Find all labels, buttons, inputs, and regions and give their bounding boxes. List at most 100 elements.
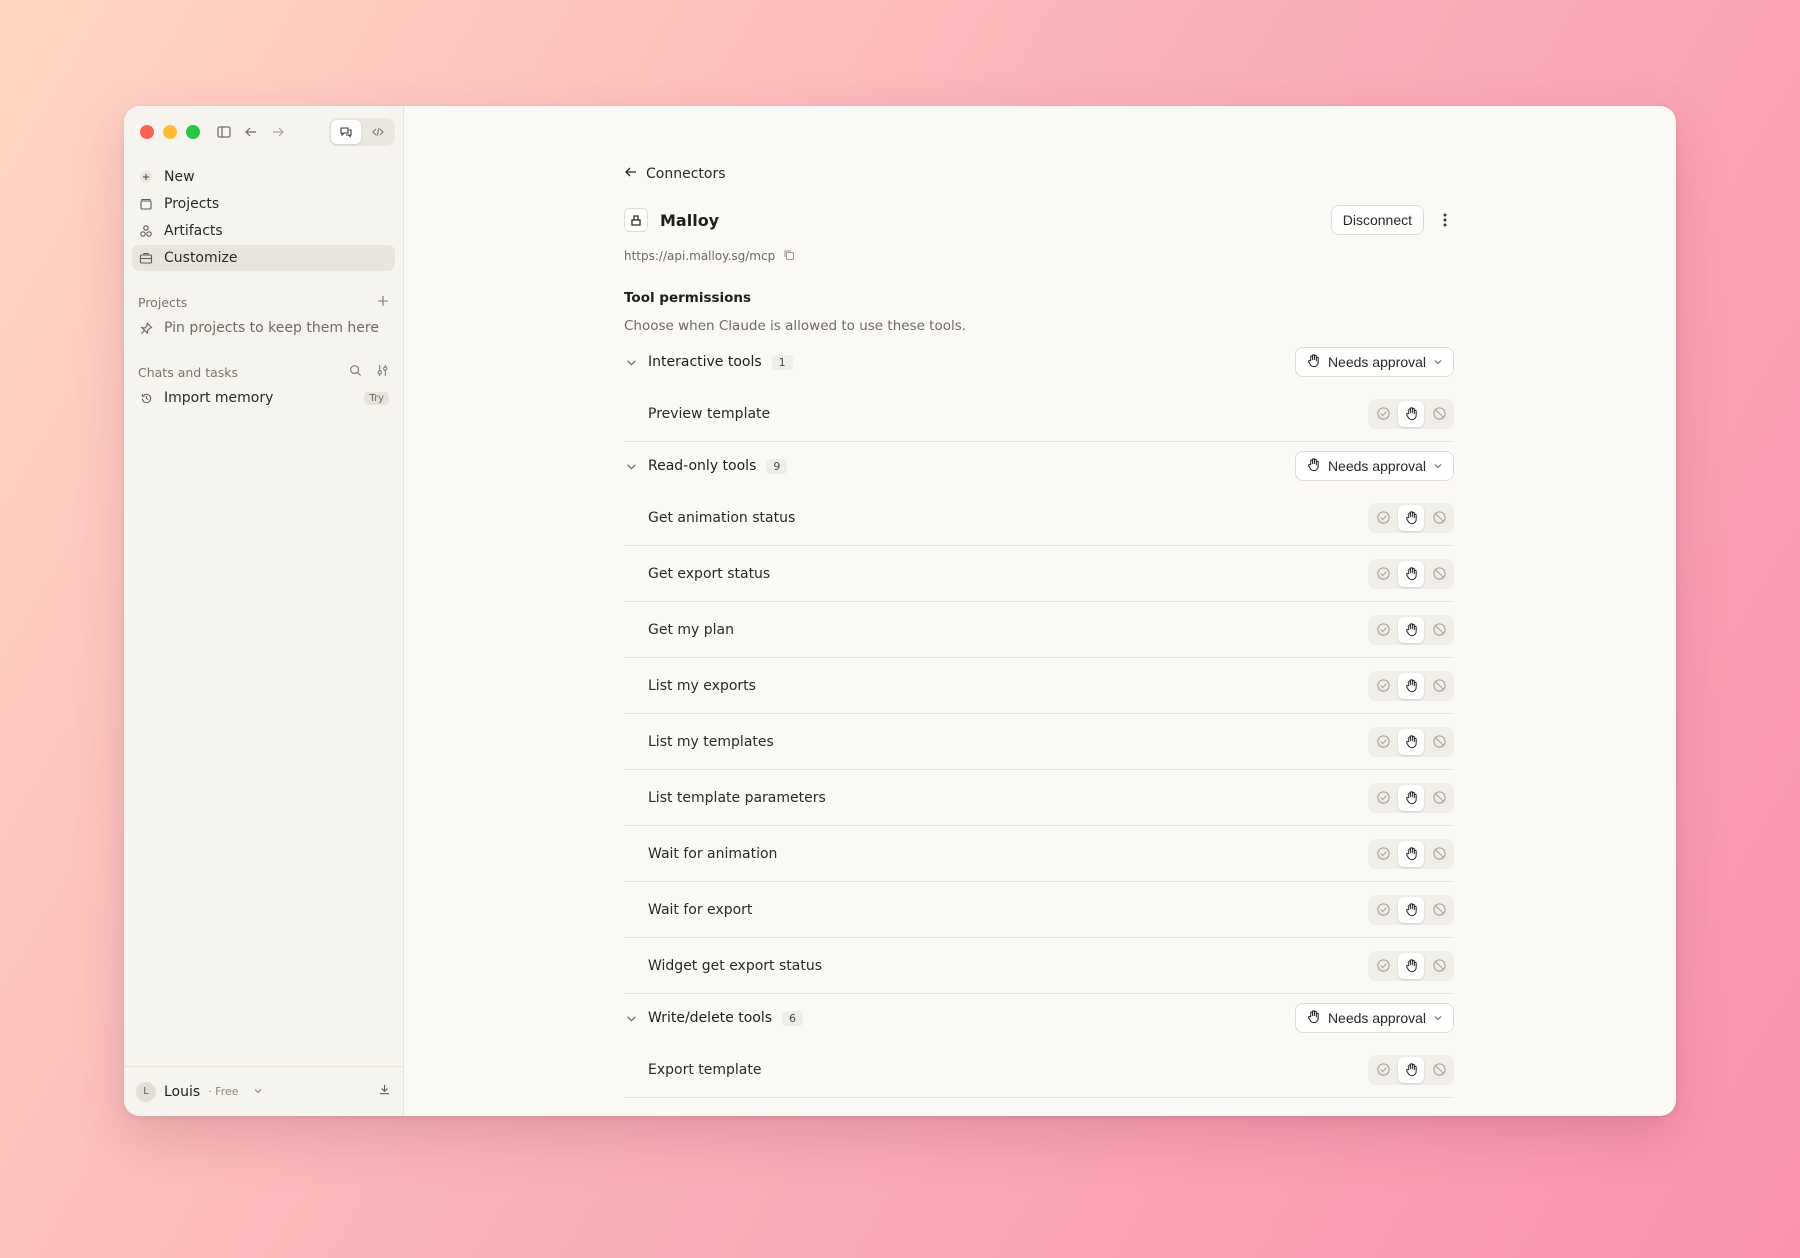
disconnect-button[interactable]: Disconnect [1330,205,1424,235]
always-allow-icon[interactable] [1370,785,1396,811]
sidebar-nav: New Projects Artifacts Customize [124,158,403,271]
back-arrow-icon[interactable] [242,123,260,141]
always-allow-icon[interactable] [1370,1057,1396,1083]
always-allow-icon[interactable] [1370,729,1396,755]
block-icon[interactable] [1426,953,1452,979]
malloy-logo-icon [624,208,648,232]
avatar[interactable]: L [136,1081,156,1102]
permission-selector [1368,894,1454,925]
permission-selector [1368,1054,1454,1085]
zoom-window-button[interactable] [186,125,200,139]
always-allow-icon[interactable] [1370,953,1396,979]
needs-approval-icon[interactable] [1398,952,1424,979]
plus-icon [138,169,154,185]
chevron-down-icon [1433,1010,1443,1026]
tool-name: Get export status [648,565,771,582]
code-mode-icon[interactable] [363,120,393,144]
block-icon[interactable] [1426,561,1452,587]
sidebar-toggle-icon[interactable] [215,123,233,141]
chevron-down-icon[interactable] [624,461,638,472]
permission-selector [1368,670,1454,701]
needs-approval-icon[interactable] [1398,672,1424,699]
block-icon[interactable] [1426,785,1452,811]
block-icon[interactable] [1426,729,1452,755]
tool-name: Get animation status [648,509,796,526]
needs-approval-icon[interactable] [1398,400,1424,427]
chats-section-header: Chats and tasks [124,361,403,383]
always-allow-icon[interactable] [1370,897,1396,923]
page-title: Malloy [660,210,720,230]
tool-group-label: Read-only tools [648,458,757,474]
sidebar-item-import-memory[interactable]: Import memory Try [124,385,403,411]
permission-selector [1368,838,1454,869]
block-icon[interactable] [1426,897,1452,923]
forward-arrow-icon[interactable] [269,123,287,141]
needs-approval-icon[interactable] [1398,840,1424,867]
permission-selector [1368,398,1454,429]
always-allow-icon[interactable] [1370,841,1396,867]
filter-icon[interactable] [376,364,389,380]
tool-name: Wait for animation [648,845,778,862]
group-permission-dropdown[interactable]: Needs approval [1294,1003,1454,1033]
tool-name: Get my plan [648,621,735,638]
main-panel: Connectors Malloy Disconnect https://api… [404,106,1676,1116]
block-icon[interactable] [1426,505,1452,531]
copy-icon[interactable] [783,249,795,264]
tool-group-header[interactable]: Read-only tools 9 Needs approval [624,442,1454,490]
section-description: Choose when Claude is allowed to use the… [624,318,967,334]
block-icon[interactable] [1426,673,1452,699]
needs-approval-icon[interactable] [1398,728,1424,755]
tool-group-header[interactable]: Interactive tools 1 Needs approval [624,338,1454,386]
download-icon[interactable] [378,1083,391,1100]
sidebar-item-artifacts[interactable]: Artifacts [132,218,395,244]
section-title: Tool permissions [624,290,752,306]
artifacts-icon [138,223,154,239]
back-to-connectors-link[interactable]: Connectors [624,162,1454,186]
section-heading: Projects [138,294,188,310]
always-allow-icon[interactable] [1370,401,1396,427]
sidebar: New Projects Artifacts Customize Project… [124,106,404,1116]
block-icon[interactable] [1426,617,1452,643]
account-footer: L Louis · Free [124,1066,403,1116]
arrow-left-icon [624,165,638,183]
block-icon[interactable] [1426,1057,1452,1083]
chat-mode-icon[interactable] [331,120,361,144]
always-allow-icon[interactable] [1370,561,1396,587]
more-options-icon[interactable] [1430,205,1460,235]
minimize-window-button[interactable] [163,125,177,139]
tool-group-label: Interactive tools [648,354,762,370]
needs-approval-icon[interactable] [1398,784,1424,811]
chevron-down-icon[interactable] [253,1084,263,1100]
chevron-down-icon[interactable] [624,1013,638,1024]
always-allow-icon[interactable] [1370,617,1396,643]
briefcase-icon [138,250,154,266]
search-icon[interactable] [349,364,362,380]
sidebar-item-new[interactable]: New [132,164,395,190]
tool-group-header[interactable]: Write/delete tools 6 Needs approval [624,994,1454,1042]
needs-approval-icon[interactable] [1398,560,1424,587]
group-permission-dropdown[interactable]: Needs approval [1294,451,1454,481]
user-name[interactable]: Louis [164,1084,200,1100]
sidebar-item-customize[interactable]: Customize [132,245,395,271]
block-icon[interactable] [1426,401,1452,427]
always-allow-icon[interactable] [1370,673,1396,699]
tool-row: Wait for export [624,882,1454,938]
permission-label: Needs approval [1327,458,1426,474]
group-permission-dropdown[interactable]: Needs approval [1294,347,1454,377]
tool-row: Preview template [624,386,1454,442]
sidebar-item-projects[interactable]: Projects [132,191,395,217]
hand-icon [1306,457,1321,475]
add-project-icon[interactable] [377,295,389,310]
permission-label: Needs approval [1327,1010,1426,1026]
needs-approval-icon[interactable] [1398,1056,1424,1083]
close-window-button[interactable] [140,125,154,139]
always-allow-icon[interactable] [1370,505,1396,531]
needs-approval-icon[interactable] [1398,896,1424,923]
needs-approval-icon[interactable] [1398,616,1424,643]
chevron-down-icon [1433,458,1443,474]
chevron-down-icon[interactable] [624,357,638,368]
needs-approval-icon[interactable] [1398,504,1424,531]
tool-row: Get animation status [624,490,1454,546]
block-icon[interactable] [1426,841,1452,867]
plan-label: · Free [208,1085,239,1098]
